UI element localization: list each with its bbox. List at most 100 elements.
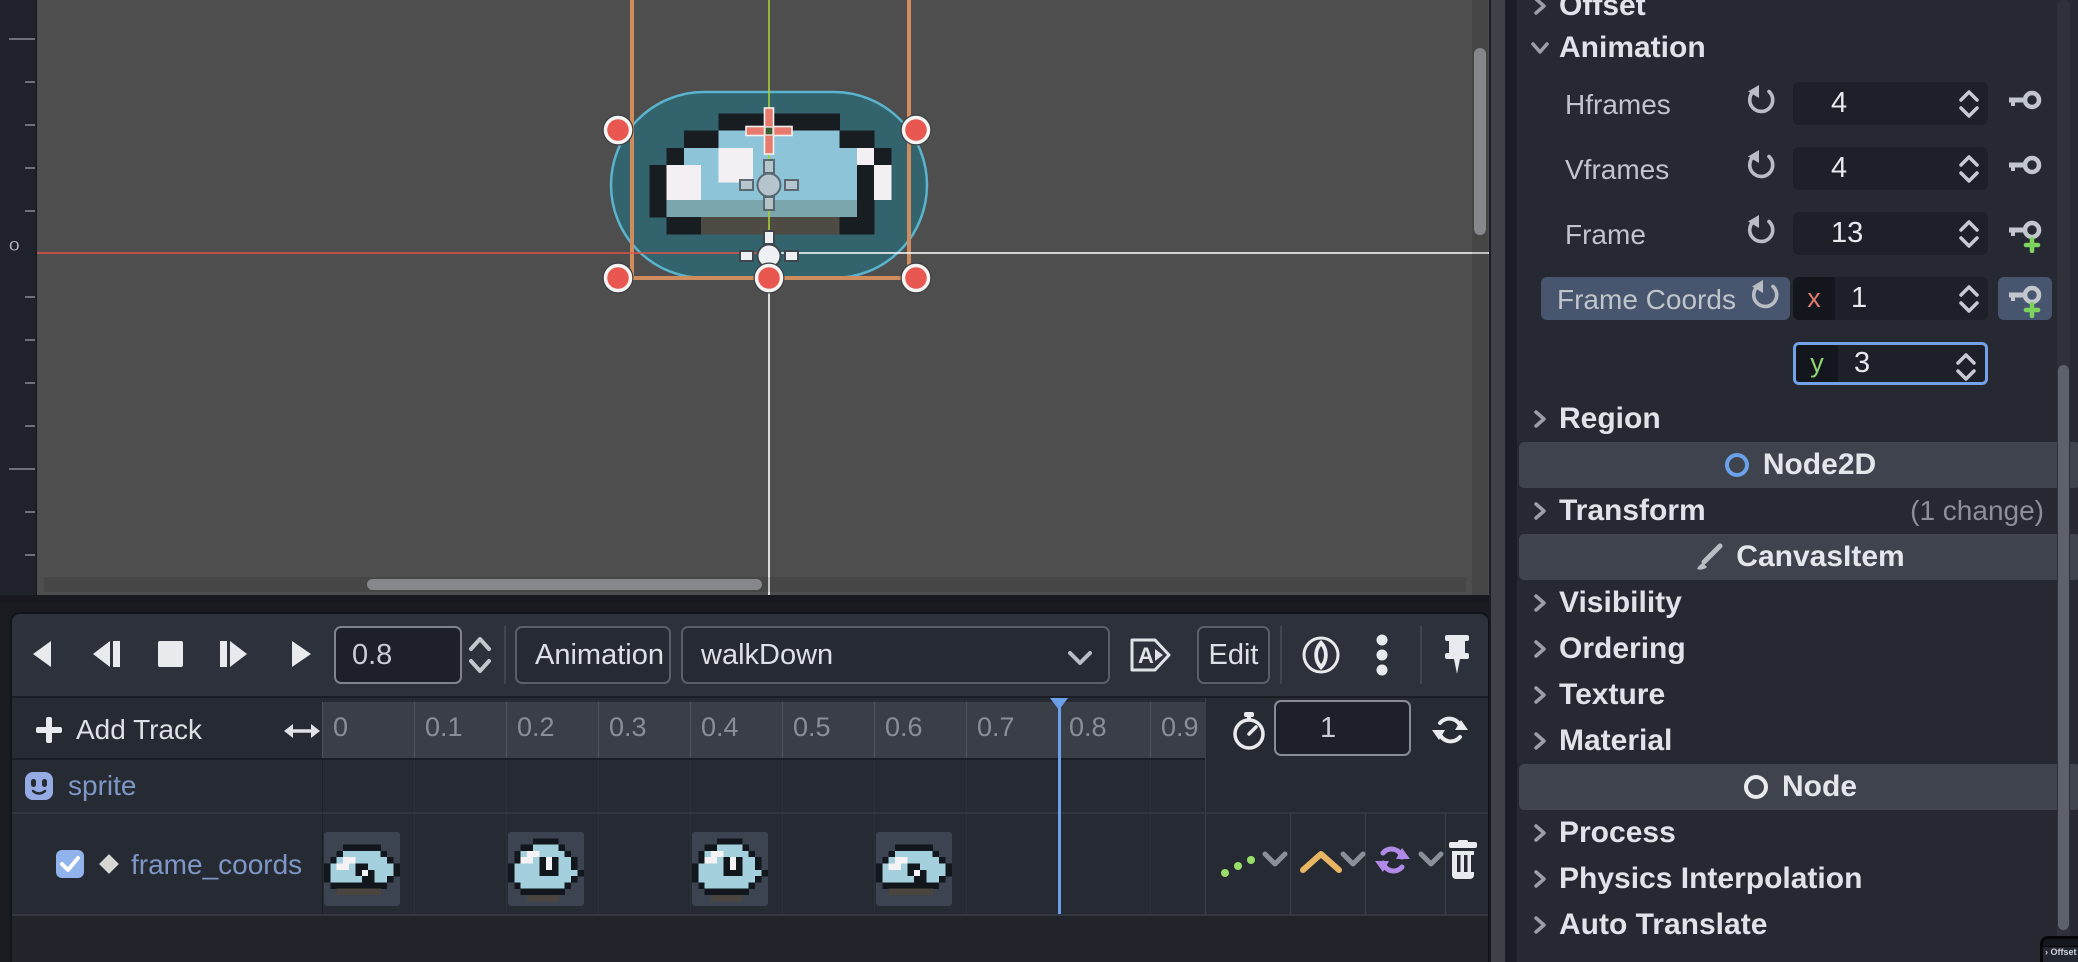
chevron-right-icon [1529,822,1551,844]
canvas-viewport[interactable]: 0 [0,0,1489,603]
track-row-sprite[interactable]: sprite [12,760,1488,814]
spinner-updown-icon[interactable] [1955,351,1977,383]
ruler-tick-0.8[interactable]: 0.8 [1058,702,1150,758]
step-forward-button[interactable] [208,628,260,680]
track-row-frame-coords[interactable]: frame_coords [12,814,1488,916]
speed-updown-icon[interactable] [468,634,492,676]
timeline-area: Add Track 00.10.20.30.40.50.60.70.80.9 1 [12,698,1488,962]
ruler-tick-0.4[interactable]: 0.4 [690,702,782,758]
track-name-frame-coords[interactable]: frame_coords [131,849,302,881]
stop-button[interactable] [144,628,196,680]
add-track-button[interactable]: Add Track [12,702,322,758]
section-header-auto-translate[interactable]: Auto Translate [1517,902,2078,948]
step-back-button[interactable] [80,628,132,680]
section-header-animation[interactable]: Animation [1517,25,2078,71]
section-label: Process [1559,816,1676,850]
revert-icon[interactable] [1745,148,1779,182]
property-value: 3 [1854,347,1870,380]
keyframe-thumbnail-t0.2[interactable] [508,832,584,906]
section-header-region[interactable]: Region [1517,396,2078,442]
value-spinbox-frame-coords[interactable]: x1 [1793,277,1988,320]
autoplay-on-load-icon[interactable]: A [1129,636,1173,674]
toolbar-separator [504,626,506,684]
chevron-right-icon [1529,638,1551,660]
playhead-marker[interactable] [1050,698,1068,710]
animation-menu-button[interactable]: Animation [515,626,671,684]
ruler-tick-0[interactable]: 0 [322,702,414,758]
update-mode-chevron-icon[interactable] [1260,848,1290,870]
panel-splitter[interactable] [1489,0,1517,962]
ruler-tick-0.2[interactable]: 0.2 [506,702,598,758]
revert-icon[interactable] [1745,213,1779,247]
playback-speed-input[interactable]: 0.8 [334,626,462,684]
ruler-tick-0.7[interactable]: 0.7 [966,702,1058,758]
interpolation-chevron-icon[interactable] [1338,848,1368,870]
ruler-tick-0.1[interactable]: 0.1 [414,702,506,758]
key-icon[interactable] [1998,147,2052,190]
current-animation-dropdown[interactable]: walkDown [681,626,1110,684]
ruler-tick-0.5[interactable]: 0.5 [782,702,874,758]
key-icon[interactable] [1998,82,2052,125]
key-icon-add[interactable] [1998,212,2052,255]
inspector-scrollbar[interactable] [2057,0,2070,962]
onion-skinning-icon[interactable] [1300,634,1342,676]
node-icon [1742,773,1770,801]
section-header-offset[interactable]: Offset [1517,0,2078,25]
value-spinbox-vframes[interactable]: 4 [1793,147,1988,190]
spinner-updown-icon[interactable] [1958,153,1980,185]
value-spinbox-hframes[interactable]: 4 [1793,82,1988,125]
inspector-panel: OffsetAnimationHframes4Vframes4Frame13Fr… [1517,0,2078,962]
playhead-line[interactable] [1058,698,1061,914]
snap-clock-icon[interactable] [1228,710,1270,752]
section-header-physics-interpolation[interactable]: Physics Interpolation [1517,856,2078,902]
section-header-texture[interactable]: Texture [1517,672,2078,718]
pin-icon[interactable] [1439,632,1475,678]
inspector-scroll-thumb[interactable] [2058,365,2069,930]
sprite2d-icon [24,771,54,801]
edit-button[interactable]: Edit [1197,626,1270,684]
section-header-visibility[interactable]: Visibility [1517,580,2078,626]
canvas-vscrollbar[interactable] [1472,0,1488,595]
play-backwards-button[interactable] [18,628,70,680]
canvas-vscroll-thumb[interactable] [1474,48,1486,235]
keyframe-thumbnail-t0.4[interactable] [692,832,768,906]
timeline-empty-area [12,916,1488,962]
loop-wrap-chevron-icon[interactable] [1416,848,1446,870]
key-icon-add[interactable] [1998,277,2052,320]
property-row-comp-y: y3 [1517,331,2078,396]
animation-loop-icon[interactable] [1430,710,1470,750]
update-mode-icon[interactable] [1217,840,1261,884]
ruler-tick-0.9[interactable]: 0.9 [1150,702,1205,758]
section-header-ordering[interactable]: Ordering [1517,626,2078,672]
value-spinbox-frame[interactable]: 13 [1793,212,1988,255]
animation-menu-label: Animation [535,639,664,672]
playback-speed-value: 0.8 [352,639,392,672]
pan-timeline-icon[interactable] [284,720,320,742]
chevron-right-icon [1529,868,1551,890]
spinner-updown-icon[interactable] [1958,218,1980,250]
timeline-ruler[interactable]: 00.10.20.30.40.50.60.70.80.9 [322,702,1205,758]
revert-icon[interactable] [1745,83,1779,117]
delete-track-icon[interactable] [1444,840,1482,882]
spinner-updown-icon[interactable] [1958,283,1980,315]
spinner-updown-icon[interactable] [1958,88,1980,120]
category-bar-node: Node [1519,764,2078,810]
more-options-icon[interactable] [1374,632,1390,678]
play-button[interactable] [274,628,326,680]
track-enabled-checkbox[interactable] [56,850,84,878]
track-name-sprite[interactable]: sprite [68,770,136,802]
canvas-hscrollbar[interactable] [44,577,1466,592]
property-value: 4 [1831,87,1847,120]
canvas-hscroll-thumb[interactable] [367,579,762,590]
keyframe-thumbnail-t0[interactable] [324,832,400,906]
animation-length-input[interactable]: 1 [1274,700,1411,756]
revert-icon[interactable] [1749,278,1783,312]
loop-wrap-mode-icon[interactable] [1372,842,1414,878]
value-spinbox-comp-y[interactable]: y3 [1793,342,1988,385]
section-header-transform[interactable]: Transform(1 change) [1517,488,2078,534]
section-header-material[interactable]: Material [1517,718,2078,764]
ruler-tick-0.6[interactable]: 0.6 [874,702,966,758]
section-header-process[interactable]: Process [1517,810,2078,856]
keyframe-thumbnail-t0.6[interactable] [876,832,952,906]
ruler-tick-0.3[interactable]: 0.3 [598,702,690,758]
